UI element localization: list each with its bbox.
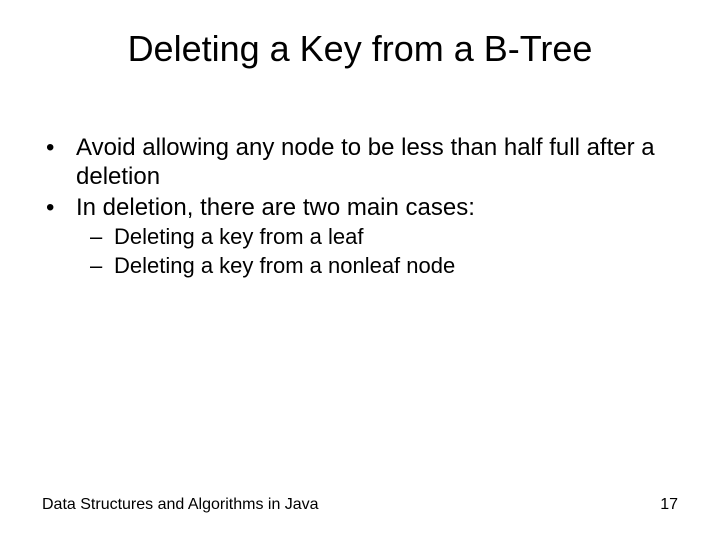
sub-bullet-item: – Deleting a key from a leaf [90, 224, 678, 250]
bullet-marker: • [42, 134, 76, 192]
slide: Deleting a Key from a B-Tree • Avoid all… [0, 0, 720, 540]
bullet-marker: • [42, 194, 76, 223]
bullet-item: • In deletion, there are two main cases: [42, 194, 678, 223]
bullet-item: • Avoid allowing any node to be less tha… [42, 134, 678, 192]
sub-bullet-text: Deleting a key from a leaf [114, 224, 678, 250]
sub-bullet-item: – Deleting a key from a nonleaf node [90, 253, 678, 279]
dash-marker: – [90, 224, 114, 250]
dash-marker: – [90, 253, 114, 279]
sub-bullet-text: Deleting a key from a nonleaf node [114, 253, 678, 279]
bullet-text: Avoid allowing any node to be less than … [76, 134, 678, 192]
footer-left: Data Structures and Algorithms in Java [42, 496, 319, 514]
slide-body: • Avoid allowing any node to be less tha… [42, 134, 678, 281]
slide-title: Deleting a Key from a B-Tree [0, 28, 720, 70]
page-number: 17 [660, 496, 678, 514]
slide-footer: Data Structures and Algorithms in Java 1… [42, 496, 678, 514]
bullet-text: In deletion, there are two main cases: [76, 194, 678, 223]
